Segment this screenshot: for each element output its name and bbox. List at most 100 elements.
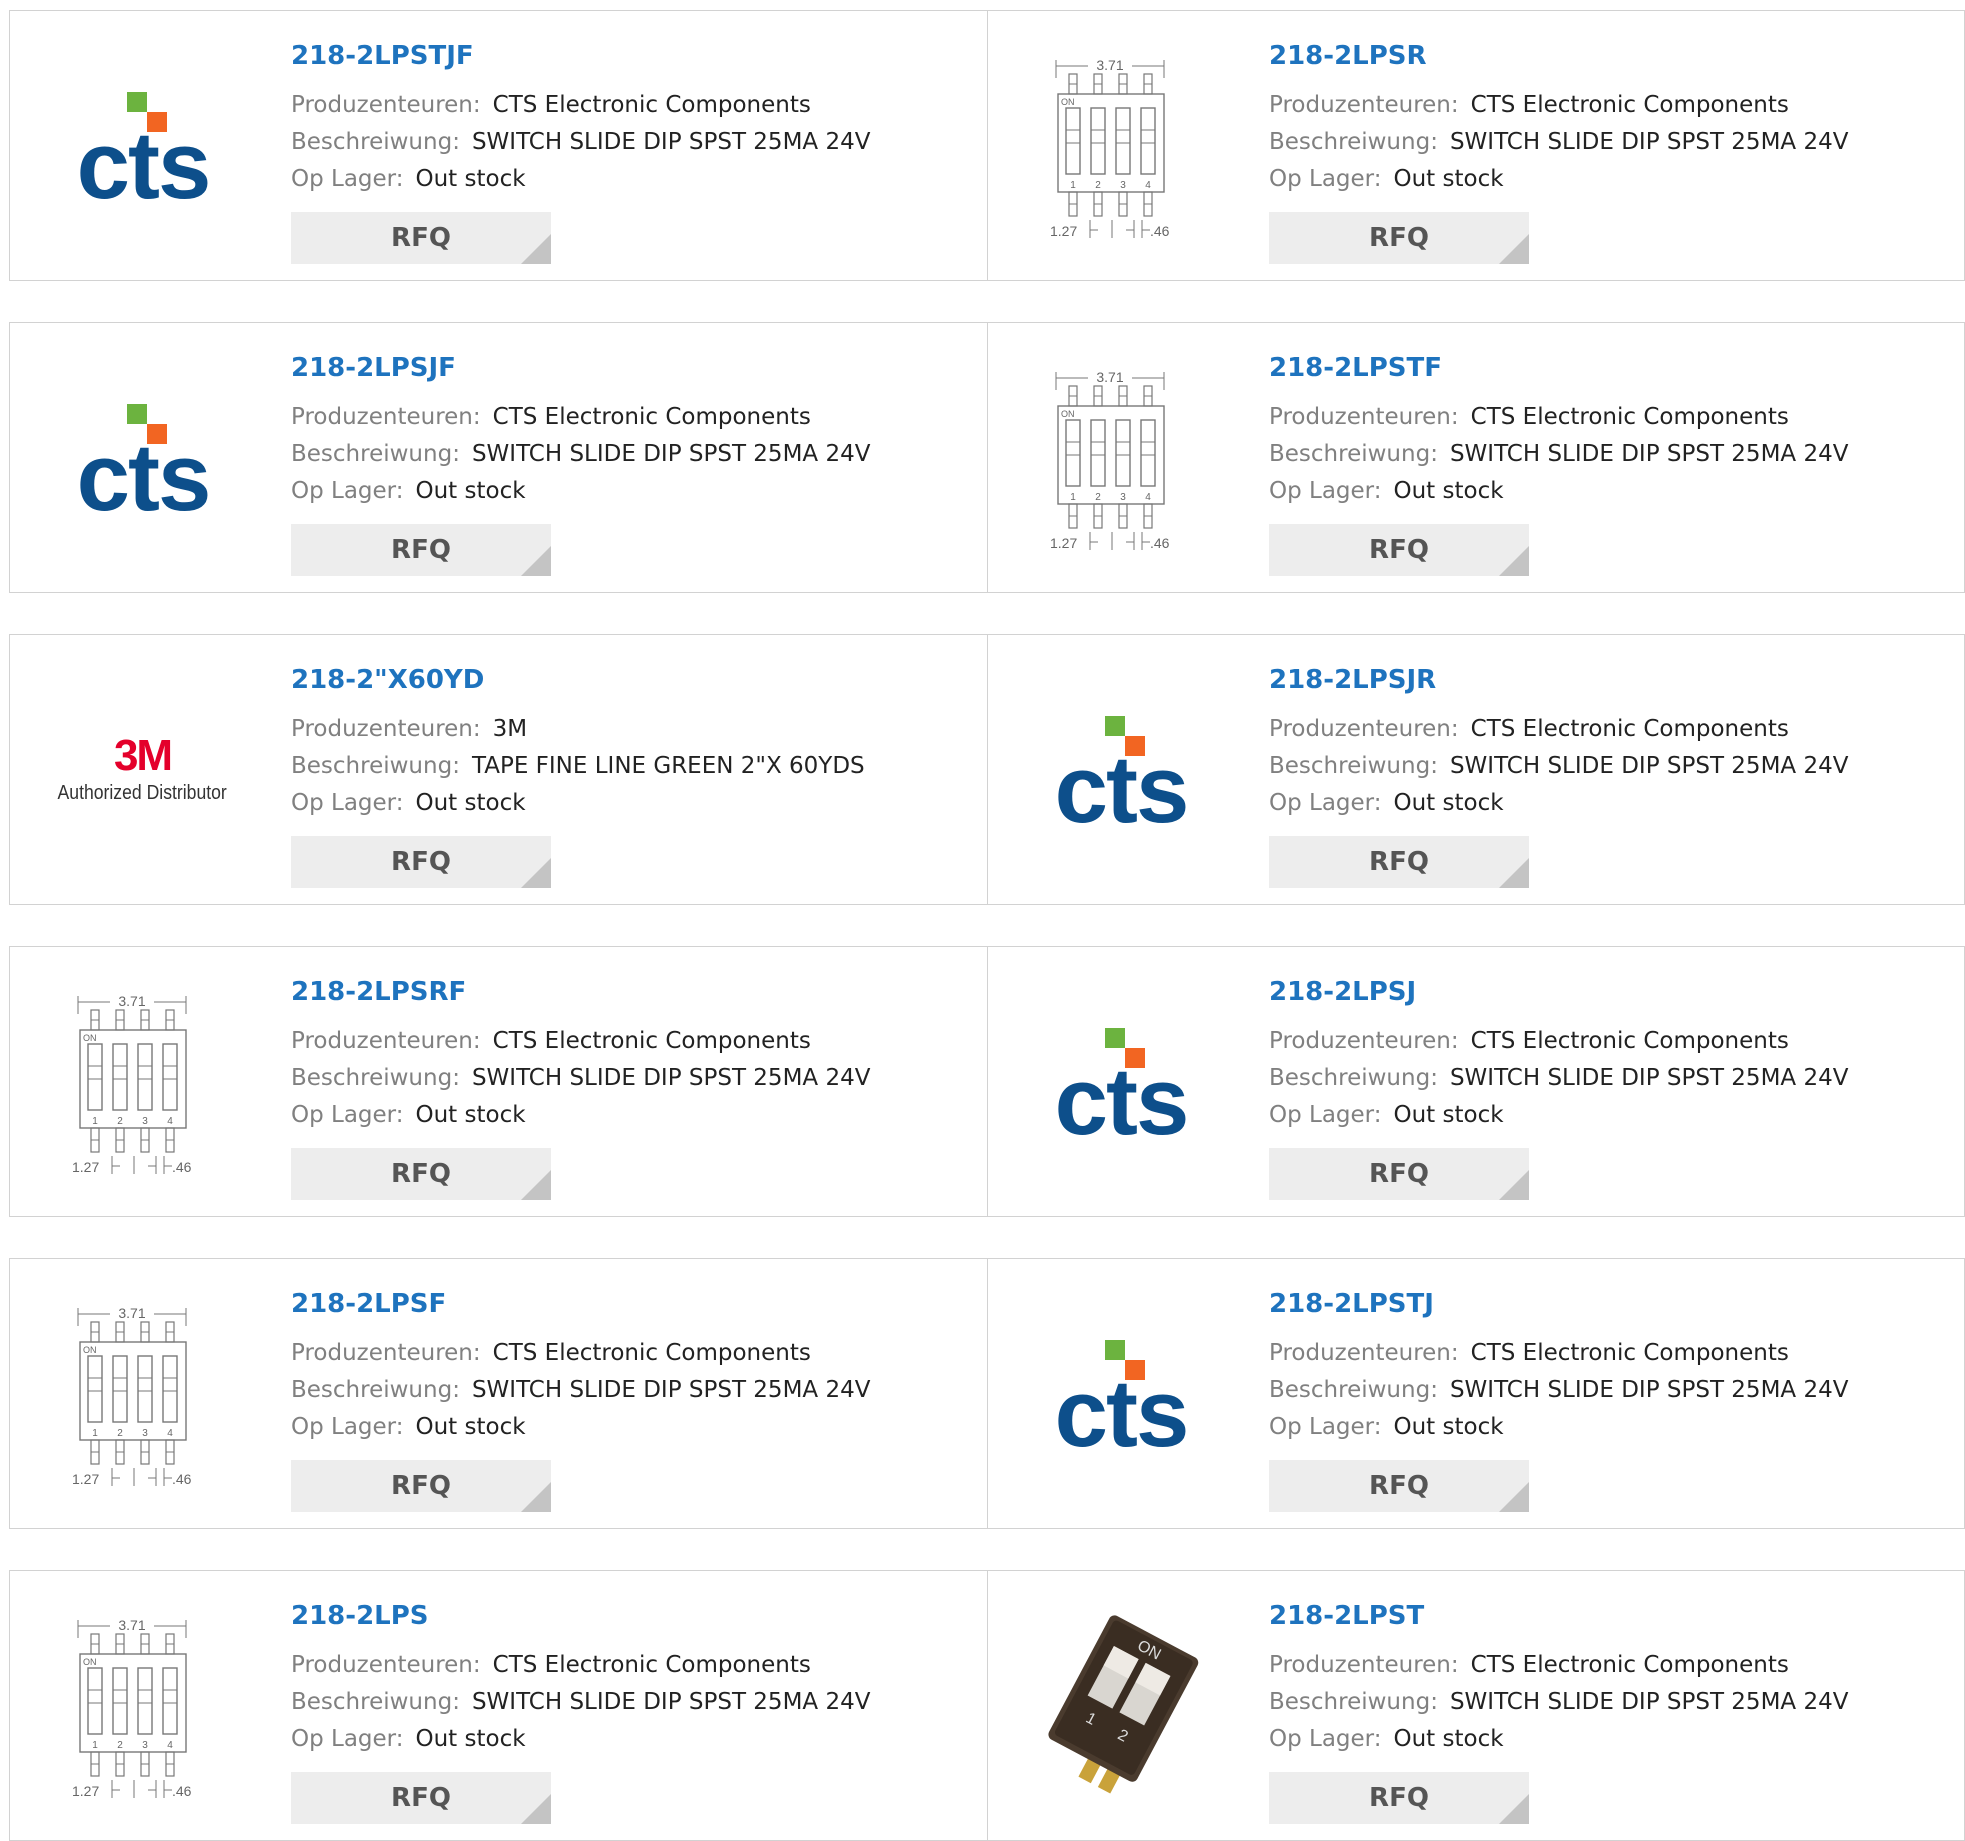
- diagram-pin-number: 2: [1095, 492, 1101, 503]
- product-image[interactable]: cts: [1018, 1309, 1223, 1479]
- stock-label: Op Lager:: [291, 790, 404, 816]
- part-number-link[interactable]: 218-2LPSJF: [291, 353, 870, 383]
- part-number-link[interactable]: 218-2LPSTJF: [291, 41, 870, 71]
- manufacturer-line: Produzenteuren: CTS Electronic Components: [291, 399, 870, 436]
- manufacturer-line: Produzenteuren: CTS Electronic Components: [1269, 1647, 1848, 1684]
- product-info: 218-2LPSJR Produzenteuren: CTS Electronic…: [1269, 665, 1848, 888]
- cts-logo: cts: [1054, 715, 1189, 830]
- product-image[interactable]: cts: [1018, 685, 1223, 855]
- rfq-button[interactable]: RFQ: [291, 524, 551, 576]
- rfq-button[interactable]: RFQ: [291, 1460, 551, 1512]
- rfq-button-label: RFQ: [391, 1783, 451, 1813]
- stock-label: Op Lager:: [291, 1102, 404, 1128]
- manufacturer-label: Produzenteuren:: [1269, 1028, 1459, 1054]
- manufacturer-line: Produzenteuren: CTS Electronic Components: [291, 1647, 870, 1684]
- diagram-pin-number: 1: [92, 1116, 98, 1127]
- product-card: 3.71 ON 1: [987, 11, 1964, 280]
- manufacturer-value: CTS Electronic Components: [492, 92, 811, 118]
- description-value: SWITCH SLIDE DIP SPST 25MA 24V: [471, 441, 871, 467]
- rfq-button[interactable]: RFQ: [291, 836, 551, 888]
- product-row: 3M Authorized Distributor 218-2"X60YD Pr…: [9, 634, 1965, 905]
- manufacturer-value: CTS Electronic Components: [492, 1652, 811, 1678]
- product-image[interactable]: 3.71 ON 1 2 3 4 1.27 .46: [40, 1617, 245, 1799]
- part-number-link[interactable]: 218-2LPSF: [291, 1289, 870, 1319]
- product-card: 3M Authorized Distributor 218-2"X60YD Pr…: [10, 635, 987, 904]
- part-number-link[interactable]: 218-2LPS: [291, 1601, 870, 1631]
- diagram-pitch-label: 1.27: [1050, 223, 1077, 239]
- rfq-button[interactable]: RFQ: [1269, 212, 1529, 264]
- rfq-button[interactable]: RFQ: [1269, 1772, 1529, 1824]
- diagram-pin-label: .46: [172, 1783, 192, 1799]
- stock-value: Out stock: [1393, 1102, 1504, 1128]
- part-number-link[interactable]: 218-2LPSR: [1269, 41, 1848, 71]
- 3m-logo-mark: 3M: [113, 731, 173, 780]
- part-number-link[interactable]: 218-2LPSRF: [291, 977, 870, 1007]
- rfq-button[interactable]: RFQ: [291, 1148, 551, 1200]
- rfq-button[interactable]: RFQ: [291, 212, 551, 264]
- diagram-pitch-label: 1.27: [72, 1159, 99, 1175]
- manufacturer-value: CTS Electronic Components: [1470, 1028, 1789, 1054]
- 3m-logo: 3M Authorized Distributor: [46, 734, 238, 805]
- description-label: Beschreiwung:: [291, 129, 460, 155]
- rfq-button[interactable]: RFQ: [291, 1772, 551, 1824]
- product-row: cts 218-2LPSJF Produzenteuren: CTS Electr…: [9, 322, 1965, 593]
- diagram-pin-number: 1: [92, 1428, 98, 1439]
- product-card: 3.71 ON 1: [987, 323, 1964, 592]
- stock-line: Op Lager: Out stock: [1269, 1097, 1848, 1134]
- part-number-link[interactable]: 218-2LPSJR: [1269, 665, 1848, 695]
- product-image[interactable]: cts: [1018, 997, 1223, 1167]
- manufacturer-line: Produzenteuren: CTS Electronic Components: [291, 1335, 870, 1372]
- cts-green-square: [126, 403, 147, 424]
- rfq-button-label: RFQ: [1369, 223, 1429, 253]
- stock-label: Op Lager:: [291, 1726, 404, 1752]
- product-image[interactable]: 3.71 ON 1 2 3 4 1.27 .46: [1018, 57, 1223, 239]
- diagram-width-label: 3.71: [1096, 57, 1123, 73]
- rfq-button[interactable]: RFQ: [1269, 1460, 1529, 1512]
- manufacturer-label: Produzenteuren:: [291, 404, 481, 430]
- product-image[interactable]: cts: [40, 373, 245, 543]
- description-label: Beschreiwung:: [1269, 753, 1438, 779]
- stock-label: Op Lager:: [1269, 790, 1382, 816]
- cts-green-square: [1104, 1027, 1125, 1048]
- rfq-button[interactable]: RFQ: [1269, 1148, 1529, 1200]
- rfq-button[interactable]: RFQ: [1269, 524, 1529, 576]
- rfq-button-label: RFQ: [1369, 535, 1429, 565]
- product-image[interactable]: 3.71 ON 1 2 3 4 1.27 .46: [1018, 369, 1223, 551]
- part-number-link[interactable]: 218-2LPSTJ: [1269, 1289, 1848, 1319]
- diagram-on-label: ON: [83, 1657, 97, 1667]
- description-value: SWITCH SLIDE DIP SPST 25MA 24V: [1449, 1377, 1849, 1403]
- rfq-button[interactable]: RFQ: [1269, 836, 1529, 888]
- diagram-pin-number: 4: [1145, 180, 1151, 191]
- product-info: 218-2LPSJF Produzenteuren: CTS Electronic…: [291, 353, 870, 576]
- rfq-button-label: RFQ: [391, 1471, 451, 1501]
- cts-green-square: [126, 91, 147, 112]
- stock-value: Out stock: [415, 1414, 526, 1440]
- cts-logo-text: cts: [1054, 736, 1187, 830]
- product-info: 218-2LPSTF Produzenteuren: CTS Electronic…: [1269, 353, 1848, 576]
- product-image[interactable]: 3.71 ON 1 2 3 4 1.27 .46: [40, 993, 245, 1175]
- diagram-pitch-label: 1.27: [72, 1471, 99, 1487]
- product-image[interactable]: 3M Authorized Distributor: [40, 685, 245, 855]
- stock-label: Op Lager:: [291, 1414, 404, 1440]
- product-row: 3.71 ON 1: [9, 946, 1965, 1217]
- rfq-button-label: RFQ: [1369, 847, 1429, 877]
- cts-logo-text: cts: [1054, 1360, 1187, 1454]
- rfq-button-label: RFQ: [1369, 1159, 1429, 1189]
- manufacturer-line: Produzenteuren: CTS Electronic Components: [1269, 1335, 1848, 1372]
- diagram-pin-label: .46: [1150, 223, 1170, 239]
- part-number-link[interactable]: 218-2LPSJ: [1269, 977, 1848, 1007]
- rfq-corner-decoration: [521, 234, 551, 264]
- product-info: 218-2LPS Produzenteuren: CTS Electronic C…: [291, 1601, 870, 1824]
- diagram-width-label: 3.71: [118, 1617, 145, 1633]
- diagram-width-label: 3.71: [1096, 369, 1123, 385]
- diagram-on-label: ON: [83, 1033, 97, 1043]
- part-number-link[interactable]: 218-2"X60YD: [291, 665, 865, 695]
- description-value: SWITCH SLIDE DIP SPST 25MA 24V: [1449, 441, 1849, 467]
- product-image[interactable]: cts: [40, 61, 245, 231]
- cts-logo: cts: [76, 91, 211, 206]
- product-image[interactable]: 3.71 ON 1 2 3 4 1.27 .46: [40, 1305, 245, 1487]
- stock-label: Op Lager:: [291, 166, 404, 192]
- product-image[interactable]: ON 1 2: [1018, 1615, 1223, 1794]
- part-number-link[interactable]: 218-2LPST: [1269, 1601, 1848, 1631]
- part-number-link[interactable]: 218-2LPSTF: [1269, 353, 1848, 383]
